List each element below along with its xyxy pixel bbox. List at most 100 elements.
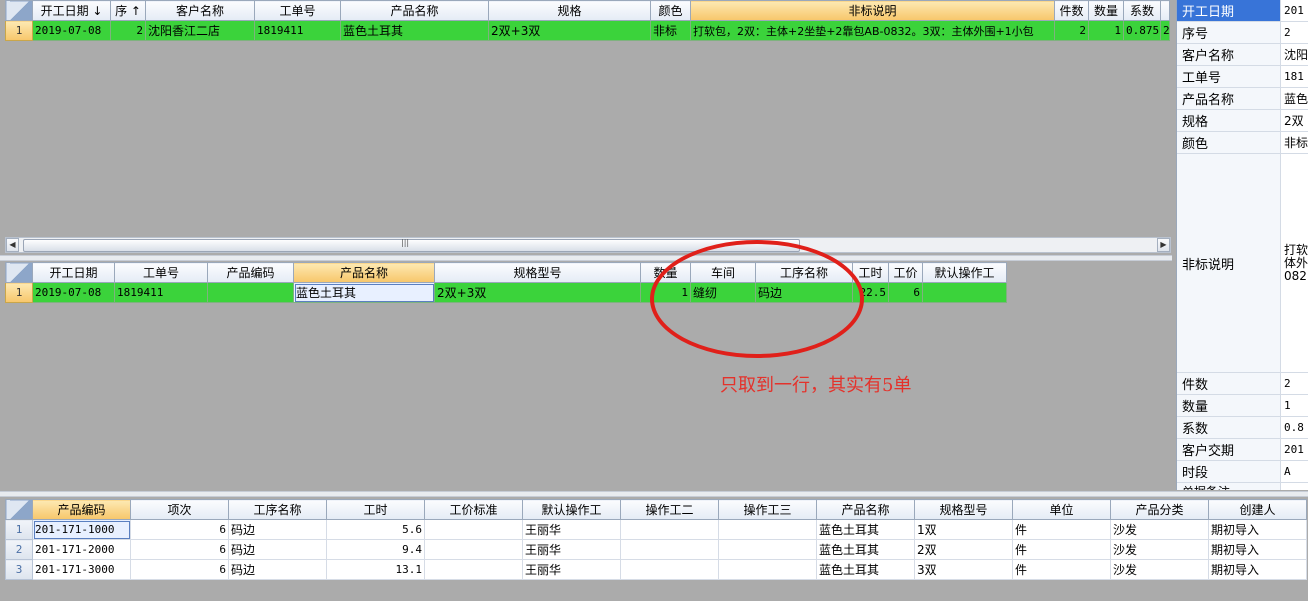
row-number[interactable]: 1 bbox=[5, 519, 33, 540]
cell-unit[interactable]: 件 bbox=[1012, 519, 1111, 540]
cell-product[interactable]: 蓝色土耳其 bbox=[340, 20, 489, 41]
col-header-pieces[interactable]: 件数 bbox=[1054, 0, 1089, 21]
row-number[interactable]: 1 bbox=[5, 282, 33, 303]
col-header-process[interactable]: 工序名称 bbox=[228, 499, 327, 520]
splitter-bottom[interactable] bbox=[0, 491, 1308, 497]
cell-order-no[interactable]: 1819411 bbox=[254, 20, 341, 41]
cell-creator[interactable]: 期初导入 bbox=[1208, 519, 1307, 540]
cell-extra[interactable]: 2 bbox=[1160, 20, 1170, 41]
cell-customer[interactable]: 沈阳香江二店 bbox=[145, 20, 255, 41]
property-value[interactable]: 1 bbox=[1284, 395, 1308, 416]
row-number[interactable]: 1 bbox=[5, 20, 33, 41]
scroll-left-arrow[interactable]: ◀ bbox=[6, 238, 19, 252]
cell-hours[interactable]: 9.4 bbox=[326, 539, 425, 560]
cell-default-operator[interactable]: 王丽华 bbox=[522, 519, 621, 540]
cell-qty[interactable]: 1 bbox=[1088, 20, 1124, 41]
scroll-thumb[interactable] bbox=[23, 239, 800, 252]
col-header-hours[interactable]: 工时 bbox=[326, 499, 425, 520]
property-row-coef[interactable]: 系数 0.8 bbox=[1177, 417, 1308, 439]
cell-product-code[interactable]: 201-171-1000 bbox=[32, 519, 131, 540]
select-all-corner[interactable] bbox=[5, 0, 33, 21]
property-row-spec[interactable]: 规格 2双 bbox=[1177, 110, 1308, 132]
cell-pieces[interactable]: 2 bbox=[1054, 20, 1089, 41]
col-header-qty[interactable]: 数量 bbox=[1088, 0, 1124, 21]
col-header-coef[interactable]: 系数 bbox=[1123, 0, 1161, 21]
cell-default-operator[interactable]: 王丽华 bbox=[522, 559, 621, 580]
splitter-top[interactable] bbox=[0, 255, 1172, 261]
table-row[interactable]: 2 201-171-2000 6 码边 9.4 王丽华 蓝色土耳其 2双 件 沙… bbox=[5, 539, 1307, 560]
cell-process[interactable]: 码边 bbox=[228, 559, 327, 580]
col-header-operator-3[interactable]: 操作工三 bbox=[718, 499, 817, 520]
cell-category[interactable]: 沙发 bbox=[1110, 519, 1209, 540]
col-header-price-std[interactable]: 工价标准 bbox=[424, 499, 523, 520]
cell-operator-2[interactable] bbox=[620, 519, 719, 540]
col-header-product[interactable]: 产品名称 bbox=[816, 499, 915, 520]
col-header-more[interactable] bbox=[1160, 0, 1170, 21]
col-header-nonstd-desc[interactable]: 非标说明 bbox=[690, 0, 1055, 21]
property-row-start-date[interactable]: 开工日期 201 bbox=[1177, 0, 1308, 22]
col-header-default-operator[interactable]: 默认操作工 bbox=[922, 262, 1007, 283]
cell-start-date[interactable]: 2019-07-08 bbox=[32, 282, 115, 303]
col-header-product[interactable]: 产品名称 bbox=[340, 0, 489, 21]
property-row-customer[interactable]: 客户名称 沈阳 bbox=[1177, 44, 1308, 66]
col-header-spec-model[interactable]: 规格型号 bbox=[434, 262, 641, 283]
horizontal-scrollbar[interactable]: ◀ ||| ▶ bbox=[5, 237, 1171, 253]
cell-order-no[interactable]: 1819411 bbox=[114, 282, 208, 303]
property-row-product[interactable]: 产品名称 蓝色 bbox=[1177, 88, 1308, 110]
col-header-price[interactable]: 工价 bbox=[888, 262, 923, 283]
cell-default-operator[interactable] bbox=[922, 282, 1007, 303]
property-value[interactable]: 181 bbox=[1284, 66, 1308, 87]
cell-spec-model[interactable]: 1双 bbox=[914, 519, 1013, 540]
property-value[interactable]: A bbox=[1284, 461, 1308, 482]
col-header-customer[interactable]: 客户名称 bbox=[145, 0, 255, 21]
cell-product[interactable]: 蓝色土耳其 bbox=[293, 282, 435, 303]
property-value[interactable]: 沈阳 bbox=[1284, 44, 1308, 65]
property-value[interactable]: 201 bbox=[1284, 0, 1308, 21]
cell-operator-2[interactable] bbox=[620, 539, 719, 560]
table-row[interactable]: 3 201-171-3000 6 码边 13.1 王丽华 蓝色土耳其 3双 件 … bbox=[5, 559, 1307, 580]
cell-operator-3[interactable] bbox=[718, 559, 817, 580]
cell-operator-3[interactable] bbox=[718, 539, 817, 560]
col-header-product[interactable]: 产品名称 bbox=[293, 262, 435, 283]
cell-nonstd-desc[interactable]: 打软包，2双：主体+2坐垫+2靠包AB-0832。3双：主体外围+1小包 bbox=[690, 20, 1055, 41]
col-header-seq[interactable]: 序 ↑ bbox=[110, 0, 146, 21]
cell-item[interactable]: 6 bbox=[130, 519, 229, 540]
table-row[interactable]: 1 201-171-1000 6 码边 5.6 王丽华 蓝色土耳其 1双 件 沙… bbox=[5, 519, 1307, 540]
property-row-remark[interactable]: 单据备注 bbox=[1177, 483, 1308, 490]
property-value[interactable]: 打软 体外 082 bbox=[1284, 154, 1308, 372]
cell-unit[interactable]: 件 bbox=[1012, 559, 1111, 580]
cell-product-code[interactable]: 201-171-3000 bbox=[32, 559, 131, 580]
select-all-corner[interactable] bbox=[5, 262, 33, 283]
property-value[interactable]: 非标 bbox=[1284, 132, 1308, 153]
col-header-order-no[interactable]: 工单号 bbox=[114, 262, 208, 283]
property-row-nonstd-desc[interactable]: 非标说明 打软 体外 082 bbox=[1177, 154, 1308, 373]
property-value[interactable]: 201 bbox=[1284, 439, 1308, 460]
col-header-unit[interactable]: 单位 bbox=[1012, 499, 1111, 520]
col-header-start-date[interactable]: 开工日期 bbox=[32, 262, 115, 283]
cell-price-std[interactable] bbox=[424, 519, 523, 540]
cell-item[interactable]: 6 bbox=[130, 559, 229, 580]
cell-start-date[interactable]: 2019-07-08 bbox=[32, 20, 111, 41]
col-header-creator[interactable]: 创建人 bbox=[1208, 499, 1307, 520]
cell-spec[interactable]: 2双+3双 bbox=[488, 20, 651, 41]
cell-spec-model[interactable]: 3双 bbox=[914, 559, 1013, 580]
cell-unit[interactable]: 件 bbox=[1012, 539, 1111, 560]
property-row-pieces[interactable]: 件数 2 bbox=[1177, 373, 1308, 395]
col-header-order-no[interactable]: 工单号 bbox=[254, 0, 341, 21]
cell-operator-2[interactable] bbox=[620, 559, 719, 580]
cell-product-code[interactable] bbox=[207, 282, 294, 303]
col-header-operator-2[interactable]: 操作工二 bbox=[620, 499, 719, 520]
cell-spec-model[interactable]: 2双+3双 bbox=[434, 282, 641, 303]
cell-creator[interactable]: 期初导入 bbox=[1208, 559, 1307, 580]
cell-process[interactable]: 码边 bbox=[228, 539, 327, 560]
cell-seq[interactable]: 2 bbox=[110, 20, 146, 41]
scroll-right-arrow[interactable]: ▶ bbox=[1157, 238, 1170, 252]
property-value[interactable]: 2 bbox=[1284, 373, 1308, 394]
property-row-period[interactable]: 时段 A bbox=[1177, 461, 1308, 483]
property-value[interactable]: 2双 bbox=[1284, 110, 1308, 131]
property-row-qty[interactable]: 数量 1 bbox=[1177, 395, 1308, 417]
col-header-spec-model[interactable]: 规格型号 bbox=[914, 499, 1013, 520]
property-row-seq[interactable]: 序号 2 bbox=[1177, 22, 1308, 44]
select-all-corner[interactable] bbox=[5, 499, 33, 520]
cell-operator-3[interactable] bbox=[718, 519, 817, 540]
